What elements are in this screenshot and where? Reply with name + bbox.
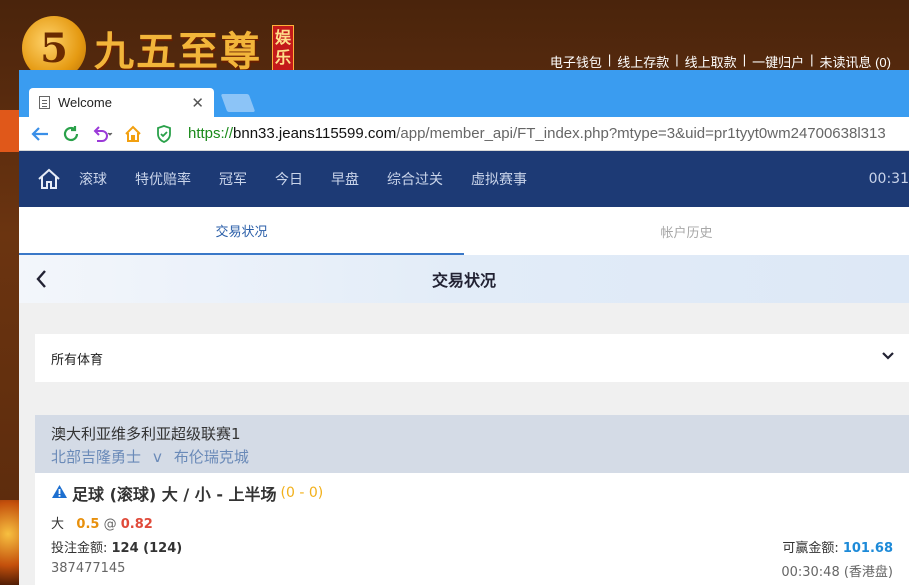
chevron-down-icon bbox=[881, 350, 895, 365]
odds-value: 0.82 bbox=[120, 517, 153, 532]
bet-details: 足球 (滚球) 大 / 小 - 上半场 (0 - 0) 大 0.5 @ 0.82… bbox=[35, 473, 909, 585]
amount-row: 投注金额: 124 (124) 可赢金额: 101.68 bbox=[51, 537, 893, 556]
logo-text: 九五至尊 bbox=[94, 28, 262, 75]
browser-tab[interactable]: Welcome ✕ bbox=[29, 88, 214, 117]
nav-champion[interactable]: 冠军 bbox=[219, 169, 247, 189]
bet-type: 足球 (滚球) 大 / 小 - 上半场 bbox=[72, 485, 277, 504]
browser-window: Welcome ✕ https://bnn33.jeans115599.com/… bbox=[19, 70, 909, 585]
url-protocol: https:// bbox=[188, 125, 234, 142]
account-links: 电子钱包 | 线上存款 | 线上取款 | 一键归户 | 未读讯息 (0) bbox=[549, 52, 891, 71]
reload-icon[interactable] bbox=[60, 123, 82, 145]
away-team: 布伦瑞克城 bbox=[173, 448, 249, 466]
close-icon[interactable]: ✕ bbox=[191, 94, 204, 112]
nav-special-odds[interactable]: 特优赔率 bbox=[135, 169, 191, 189]
shield-icon[interactable] bbox=[153, 123, 175, 145]
selection: 大 bbox=[51, 517, 65, 532]
warning-icon bbox=[51, 484, 68, 503]
url-field[interactable]: https://bnn33.jeans115599.com/app/member… bbox=[188, 125, 886, 142]
win-label: 可赢金额: bbox=[782, 541, 843, 556]
tab-title: Welcome bbox=[58, 95, 112, 110]
match-teams: 北部吉隆勇士 v 布伦瑞克城 bbox=[51, 446, 893, 467]
selection-row: 大 0.5 @ 0.82 bbox=[51, 513, 893, 532]
sport-filter-select[interactable]: 所有体育 bbox=[35, 334, 909, 382]
win-amount: 可赢金额: 101.68 bbox=[782, 537, 893, 556]
nav-live[interactable]: 滚球 bbox=[79, 169, 107, 189]
bet-time: 00:30:48 (香港盘) bbox=[781, 565, 893, 580]
sport-filter-value: 所有体育 bbox=[51, 352, 104, 368]
url-path: /app/member_api/FT_index.php?mtype=3&uid… bbox=[396, 125, 886, 142]
link-deposit[interactable]: 线上存款 bbox=[617, 52, 669, 71]
new-tab-button[interactable] bbox=[220, 94, 256, 112]
background-decoration bbox=[0, 500, 20, 585]
stake-label: 投注金额: bbox=[51, 541, 112, 556]
league-name: 澳大利亚维多利亚超级联赛1 bbox=[51, 425, 241, 443]
background-strip bbox=[0, 110, 20, 152]
nav-today[interactable]: 今日 bbox=[275, 169, 303, 189]
page-icon bbox=[39, 96, 50, 109]
clock: 00:31 bbox=[868, 171, 909, 187]
link-consolidate[interactable]: 一键归户 bbox=[752, 52, 804, 71]
versus: v bbox=[153, 448, 162, 466]
win-value: 101.68 bbox=[842, 541, 893, 556]
browser-titlebar bbox=[19, 70, 909, 85]
ticket-row: 387477145 00:30:48 (香港盘) bbox=[51, 561, 893, 580]
tab-transactions[interactable]: 交易状况 bbox=[19, 207, 464, 255]
sub-tabs: 交易状况 帐户历史 bbox=[19, 207, 909, 255]
url-host: bnn33.jeans115599.com bbox=[233, 125, 397, 142]
link-messages[interactable]: 未读讯息 (0) bbox=[819, 52, 891, 71]
bet-score: (0 - 0) bbox=[280, 485, 324, 501]
link-withdraw[interactable]: 线上取款 bbox=[685, 52, 737, 71]
top-nav: 滚球 特优赔率 冠军 今日 早盘 综合过关 虚拟赛事 00:31 bbox=[19, 151, 909, 207]
logo-side-text: 娱乐 bbox=[272, 25, 294, 71]
home-icon[interactable] bbox=[19, 168, 79, 190]
back-arrow-icon[interactable] bbox=[29, 123, 51, 145]
browser-tabstrip: Welcome ✕ bbox=[19, 85, 909, 117]
chevron-left-icon[interactable] bbox=[35, 269, 47, 293]
address-bar: https://bnn33.jeans115599.com/app/member… bbox=[19, 117, 909, 151]
undo-icon[interactable] bbox=[91, 123, 113, 145]
page-title: 交易状况 bbox=[431, 271, 496, 290]
page-content: 滚球 特优赔率 冠军 今日 早盘 综合过关 虚拟赛事 00:31 交易状况 帐户… bbox=[19, 151, 909, 585]
ticket-id: 387477145 bbox=[51, 561, 126, 576]
at-sign: @ bbox=[103, 517, 117, 532]
handicap-line: 0.5 bbox=[76, 517, 100, 532]
nav-virtual[interactable]: 虚拟赛事 bbox=[471, 169, 527, 189]
nav-early[interactable]: 早盘 bbox=[331, 169, 359, 189]
bet-header: 澳大利亚维多利亚超级联赛1 北部吉隆勇士 v 布伦瑞克城 bbox=[35, 415, 909, 473]
home-team: 北部吉隆勇士 bbox=[51, 448, 142, 466]
home-icon[interactable] bbox=[122, 123, 144, 145]
bet-type-row: 足球 (滚球) 大 / 小 - 上半场 (0 - 0) bbox=[51, 481, 893, 505]
stake-value: 124 (124) bbox=[111, 541, 183, 556]
title-bar: 交易状况 bbox=[19, 255, 909, 303]
tab-history[interactable]: 帐户历史 bbox=[464, 207, 909, 255]
link-wallet[interactable]: 电子钱包 bbox=[550, 52, 602, 71]
nav-parlay[interactable]: 综合过关 bbox=[387, 169, 443, 189]
